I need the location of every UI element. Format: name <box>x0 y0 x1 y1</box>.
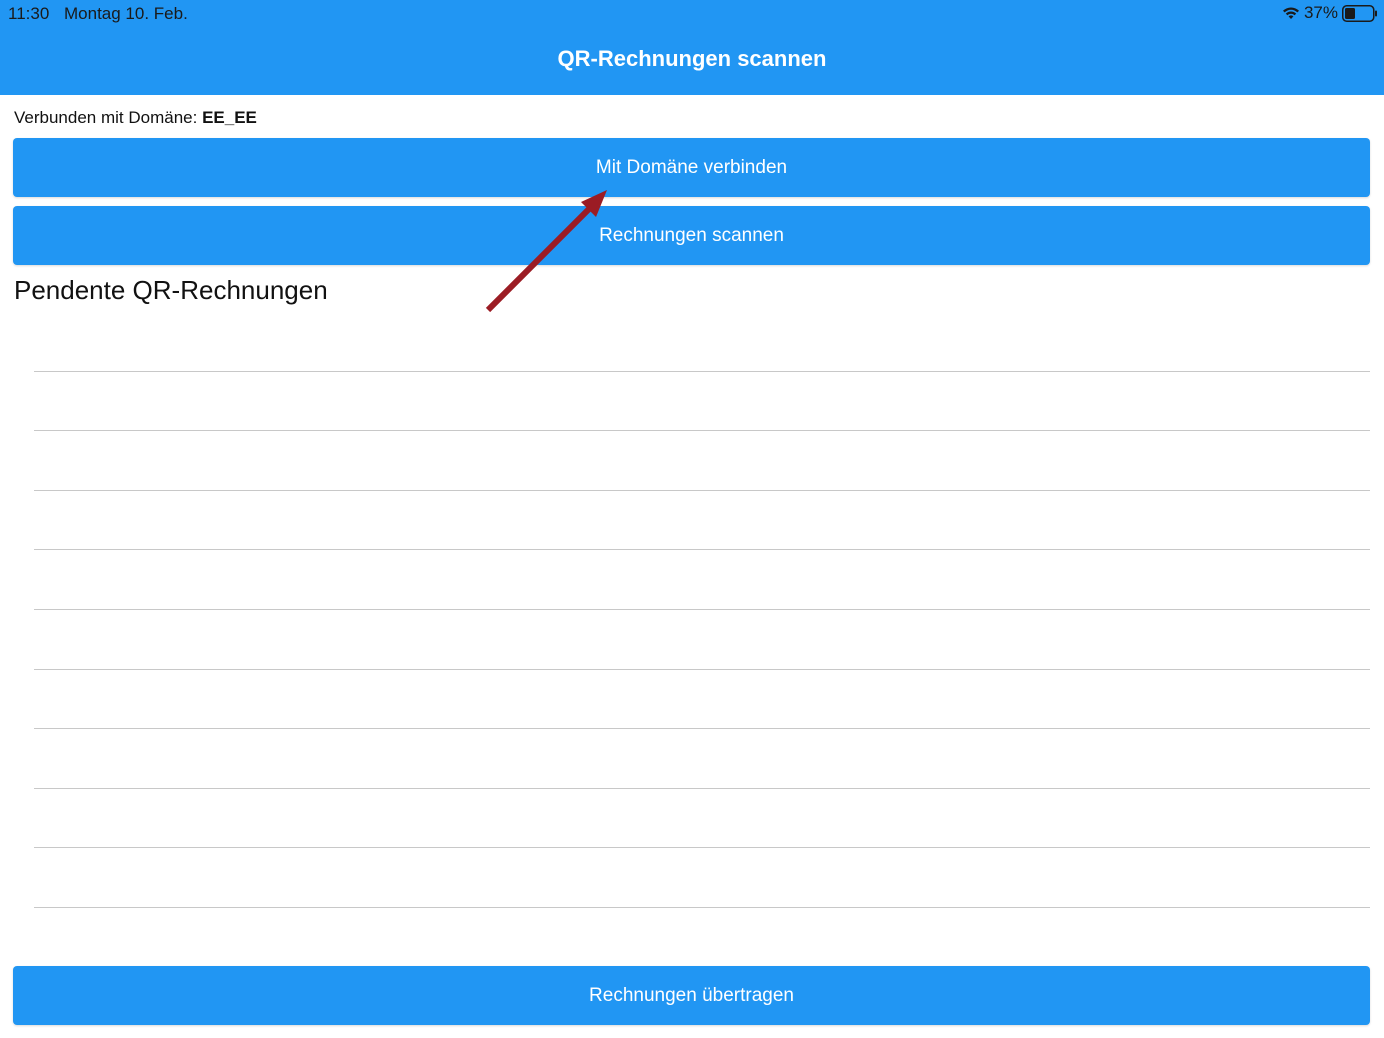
battery-icon <box>1342 4 1377 22</box>
list-item[interactable] <box>34 729 1370 789</box>
domain-value: EE_EE <box>202 108 257 127</box>
list-item[interactable] <box>34 491 1370 551</box>
pending-list <box>34 312 1370 908</box>
transfer-button[interactable]: Rechnungen übertragen <box>13 966 1370 1025</box>
connect-button[interactable]: Mit Domäne verbinden <box>13 138 1370 197</box>
wifi-icon <box>1282 7 1299 19</box>
list-item[interactable] <box>34 312 1370 372</box>
status-date: Montag 10. Feb. <box>64 4 188 23</box>
list-item[interactable] <box>34 610 1370 670</box>
section-title: Pendente QR-Rechnungen <box>14 275 328 305</box>
list-item[interactable] <box>34 789 1370 849</box>
status-time: 11:30 <box>8 4 50 23</box>
page-title: QR-Rechnungen scannen <box>557 46 827 71</box>
list-item[interactable] <box>34 848 1370 908</box>
domain-status: Verbunden mit Domäne: EE_EE <box>14 108 257 128</box>
app-bar: 11:30 Montag 10. Feb. 37% QR-Rechnungen … <box>0 0 1384 95</box>
battery-percent: 37% <box>1303 3 1338 22</box>
list-item[interactable] <box>34 550 1370 610</box>
domain-label: Verbunden mit Domäne: <box>14 108 203 127</box>
list-item[interactable] <box>34 372 1370 432</box>
scan-button[interactable]: Rechnungen scannen <box>13 206 1370 265</box>
app-screen: 11:30 Montag 10. Feb. 37% QR-Rechnungen … <box>0 0 1384 1038</box>
status-indicators: 37% <box>1282 3 1378 23</box>
list-item[interactable] <box>34 670 1370 730</box>
list-item[interactable] <box>34 431 1370 491</box>
